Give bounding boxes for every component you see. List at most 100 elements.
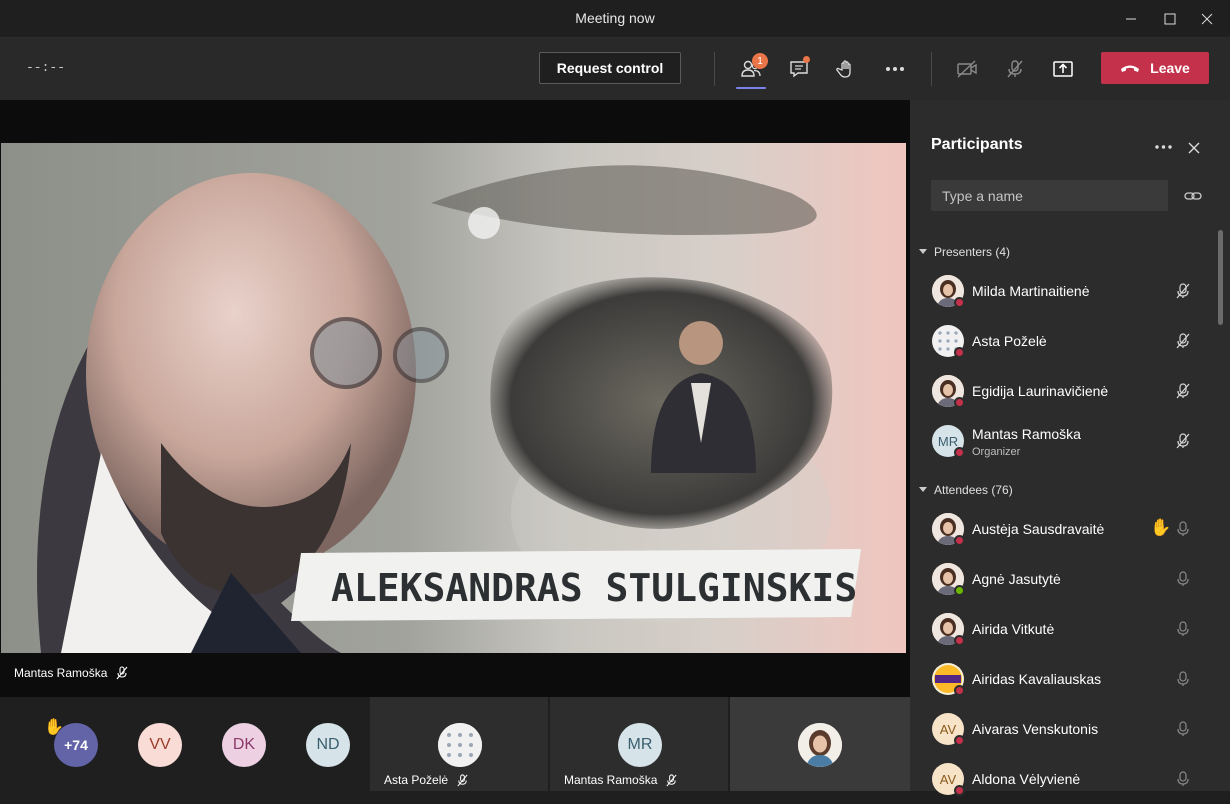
mic-icon (1177, 621, 1189, 636)
participant-mic-status[interactable] (1173, 431, 1193, 451)
avatar[interactable]: DK (222, 723, 266, 767)
presenter-name: Mantas Ramoška (14, 666, 108, 680)
participant-name: Mantas Ramoška (972, 426, 1081, 442)
participant-name: Egidija Laurinavičienė (972, 383, 1109, 399)
presence-status (954, 585, 965, 596)
pattern-avatar-icon (438, 723, 482, 767)
participant-mic-status[interactable] (1173, 669, 1193, 689)
participant-tile[interactable]: MR Mantas Ramoška (550, 697, 728, 791)
participant-mic-status[interactable] (1173, 519, 1193, 539)
request-control-button[interactable]: Request control (539, 52, 681, 84)
presence-status (954, 535, 965, 546)
attendees-section-header[interactable]: Attendees (76) (919, 483, 1013, 497)
panel-title: Participants (931, 136, 1023, 153)
participant-name: Airidas Kavaliauskas (972, 671, 1102, 687)
mic-off-icon (1176, 433, 1190, 449)
show-chat-button[interactable] (782, 52, 816, 86)
toolbar-divider (714, 52, 715, 86)
presence-status (954, 685, 965, 696)
hang-up-icon (1121, 65, 1140, 72)
chevron-down-icon (919, 487, 927, 492)
presence-status (954, 397, 965, 408)
close-icon (1188, 142, 1200, 154)
camera-off-icon (957, 60, 977, 78)
show-participants-button[interactable]: 1 (734, 52, 768, 89)
slide-title: ALEKSANDRAS STULGINSKIS (331, 566, 857, 610)
presenters-section-header[interactable]: Presenters (4) (919, 245, 1010, 259)
leave-button[interactable]: Leave (1101, 52, 1209, 84)
presence-status (954, 635, 965, 646)
share-content-button[interactable] (1046, 52, 1080, 86)
share-invite-button[interactable] (1182, 186, 1204, 206)
mic-toggle-button[interactable] (998, 52, 1032, 86)
mic-icon (1177, 521, 1189, 536)
participant-mic-status[interactable] (1173, 331, 1193, 351)
tile-label: Mantas Ramoška (564, 773, 678, 787)
more-icon (1154, 145, 1172, 149)
presence-status (954, 347, 965, 358)
presence-status (954, 735, 965, 746)
minimize-icon (1126, 18, 1136, 20)
avatar[interactable]: ND (306, 723, 350, 767)
shared-content-stage: ALEKSANDRAS STULGINSKIS Mantas Ramoška (0, 100, 910, 697)
close-panel-button[interactable] (1184, 138, 1204, 158)
participant-row[interactable]: Agnė Jasutytė (910, 554, 1218, 604)
participant-mic-status[interactable] (1173, 381, 1193, 401)
presence-status (954, 447, 965, 458)
participant-name: Austėja Sausdravaitė (972, 521, 1105, 537)
mic-off-icon (1007, 60, 1023, 78)
mic-icon (1177, 721, 1189, 736)
mic-off-icon (1176, 333, 1190, 349)
participant-name: Agnė Jasutytė (972, 571, 1061, 587)
participant-mic-status[interactable] (1173, 719, 1193, 739)
photo-avatar-icon (798, 723, 842, 767)
avatar (798, 723, 842, 767)
presenter-label: Mantas Ramoška (14, 666, 129, 680)
mic-icon (1177, 571, 1189, 586)
participant-row[interactable]: Asta Poželė (910, 316, 1218, 366)
slide-illustration: ALEKSANDRAS STULGINSKIS (37, 165, 861, 653)
mic-icon (1177, 771, 1189, 786)
participant-row[interactable]: Austėja Sausdravaitė ✋ (910, 504, 1218, 554)
raise-hand-button[interactable] (829, 52, 863, 86)
avatar: MR (618, 723, 662, 767)
overflow-participants-button[interactable]: +74 (54, 723, 98, 767)
chat-unread-dot (803, 56, 810, 63)
participant-mic-status[interactable] (1173, 569, 1193, 589)
toolbar-divider (931, 52, 932, 86)
participant-search-input[interactable] (931, 180, 1168, 211)
participant-row[interactable]: Airida Vitkutė (910, 604, 1218, 654)
camera-toggle-button[interactable] (950, 52, 984, 86)
participant-mic-status[interactable] (1173, 619, 1193, 639)
participant-row[interactable]: AV Aldona Vėlyvienė (910, 754, 1218, 804)
panel-scrollbar[interactable] (1218, 230, 1223, 325)
mic-icon (1177, 671, 1189, 686)
participant-mic-status[interactable] (1173, 769, 1193, 789)
link-icon (1184, 192, 1202, 200)
participant-row[interactable]: Airidas Kavaliauskas (910, 654, 1218, 704)
participant-name: Aivaras Venskutonis (972, 721, 1099, 737)
active-indicator (736, 87, 766, 89)
participant-tile[interactable]: Asta Poželė (370, 697, 548, 791)
shared-screen-video: ALEKSANDRAS STULGINSKIS (1, 143, 906, 653)
participant-row[interactable]: Egidija Laurinavičienė (910, 366, 1218, 416)
meeting-timer: --:-- (26, 60, 66, 75)
more-actions-button[interactable] (878, 52, 912, 86)
presence-status (954, 297, 965, 308)
participant-role: Organizer (972, 446, 1021, 458)
participant-row[interactable]: MR Mantas Ramoška Organizer (910, 416, 1218, 466)
share-screen-icon (1053, 61, 1073, 77)
hand-icon (836, 60, 851, 78)
participant-strip: ✋ +74 VV DK ND Asta Poželė MR Mantas Ram… (0, 697, 910, 791)
close-window-button[interactable] (1184, 0, 1230, 38)
participant-row[interactable]: AV Aivaras Venskutonis (910, 704, 1218, 754)
avatar[interactable]: VV (138, 723, 182, 767)
mic-muted-icon (666, 773, 677, 786)
panel-more-button[interactable] (1152, 138, 1174, 156)
participant-name: Milda Martinaitienė (972, 283, 1090, 299)
mic-muted-icon (116, 666, 128, 680)
hand-raised-icon: ✋ (1150, 518, 1172, 537)
participant-mic-status[interactable] (1173, 281, 1193, 301)
participant-tile[interactable] (730, 697, 910, 791)
participant-row[interactable]: Milda Martinaitienė (910, 266, 1218, 316)
